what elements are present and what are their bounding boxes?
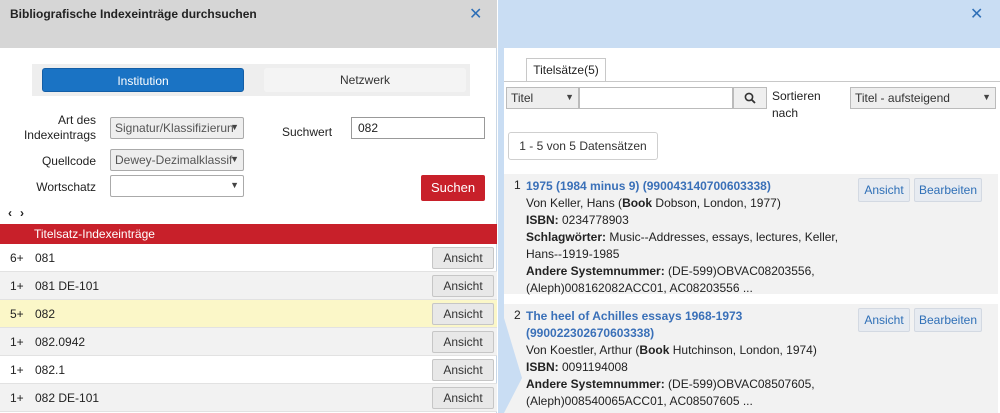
entry-term: 082 DE-101	[35, 391, 100, 405]
close-icon[interactable]: ✕	[469, 7, 482, 23]
record-other-number: Andere Systemnummer: (DE-599)OBVAC085076…	[526, 377, 815, 408]
chevron-down-icon: ▼	[230, 122, 239, 132]
record-body: 1975 (1984 minus 9) (990043140700603338)…	[526, 178, 846, 297]
entry-term: 082	[35, 307, 56, 321]
entry-count: 1+	[10, 363, 24, 377]
index-search-panel: Bibliografische Indexeinträge durchsuche…	[0, 0, 497, 413]
record-subjects: Schlagwörter: Music--Addresses, essays, …	[526, 230, 839, 261]
panel-header: Bibliografische Indexeinträge durchsuche…	[0, 0, 497, 48]
entry-term: 082.0942	[35, 335, 86, 349]
view-button[interactable]: Ansicht	[432, 359, 494, 381]
search-icon	[744, 92, 756, 104]
list-item: 1+ 082.0942 Ansicht	[0, 328, 497, 356]
record-isbn: ISBN: 0091194008	[526, 360, 628, 374]
chevron-left-icon[interactable]: ‹	[8, 206, 20, 220]
chevron-down-icon: ▼	[982, 92, 991, 102]
entry-term: 081	[35, 251, 56, 265]
vocabulary-label: Wortschatz	[36, 180, 96, 194]
tab-title-records[interactable]: Titelsätze(5)	[526, 58, 606, 82]
record-body: The heel of Achilles essays 1968-1973 (9…	[526, 308, 846, 410]
tab-divider	[504, 81, 1000, 82]
search-field-select[interactable]: Titel ▼	[506, 87, 579, 109]
entry-term: 082.1	[35, 363, 66, 377]
search-value-label: Suchwert	[282, 125, 333, 139]
entry-count: 1+	[10, 391, 24, 405]
scope-toggle: Institution Netzwerk	[32, 64, 470, 96]
view-button[interactable]: Ansicht	[432, 387, 494, 409]
entry-count: 1+	[10, 335, 24, 349]
view-button[interactable]: Ansicht	[432, 247, 494, 269]
search-value-input[interactable]: 082	[351, 117, 485, 139]
sort-value: Titel - aufsteigend	[855, 91, 950, 105]
entry-count: 6+	[10, 251, 24, 265]
entry-count: 5+	[10, 307, 24, 321]
chevron-right-icon[interactable]: ›	[20, 206, 32, 220]
source-code-label: Quellcode	[41, 154, 96, 168]
view-button[interactable]: Ansicht	[432, 275, 494, 297]
index-entry-list: 6+ 081 Ansicht 1+ 081 DE-101 Ansicht 5+ …	[0, 244, 497, 412]
index-type-label: Art des Indexeintrags	[23, 113, 96, 142]
record-item: 2 The heel of Achilles essays 1968-1973 …	[504, 304, 998, 413]
search-field-value: Titel	[511, 91, 534, 105]
record-isbn: ISBN: 0234778903	[526, 213, 629, 227]
toggle-institution[interactable]: Institution	[42, 68, 244, 92]
source-code-select[interactable]: Dewey-Dezimalklassif ▼	[110, 149, 244, 171]
view-button[interactable]: Ansicht	[432, 331, 494, 353]
sort-label-line2: nach	[772, 106, 799, 120]
record-edit-button[interactable]: Bearbeiten	[914, 178, 982, 202]
sort-label: Sortieren nach	[772, 88, 821, 122]
search-button[interactable]	[733, 87, 767, 109]
index-type-select[interactable]: Signatur/Klassifizierun ▼	[110, 117, 244, 139]
chevron-down-icon: ▼	[230, 154, 239, 164]
list-item-selected: 5+ 082 Ansicht	[0, 300, 497, 328]
title-records-panel: ✕ Titelsätze(5) Titel ▼ Sortieren nach T…	[498, 0, 1000, 413]
entry-count: 1+	[10, 279, 24, 293]
records-content: Titelsätze(5) Titel ▼ Sortieren nach Tit…	[504, 48, 1000, 413]
entry-term: 081 DE-101	[35, 279, 100, 293]
result-count: 1 - 5 von 5 Datensätzen	[508, 132, 658, 160]
record-title-link[interactable]: The heel of Achilles essays 1968-1973 (9…	[526, 308, 846, 342]
record-view-button[interactable]: Ansicht	[858, 308, 910, 332]
record-item: 1 1975 (1984 minus 9) (99004314070060333…	[504, 174, 998, 297]
index-type-value: Signatur/Klassifizierun	[115, 121, 234, 135]
selection-pointer	[504, 318, 522, 413]
list-item: 1+ 082.1 Ansicht	[0, 356, 497, 384]
record-author: Von Keller, Hans (Book Dobson, London, 1…	[526, 196, 781, 210]
toggle-network[interactable]: Netzwerk	[264, 68, 466, 92]
record-title-link[interactable]: 1975 (1984 minus 9) (990043140700603338)	[526, 178, 846, 195]
section-title: Titelsatz-Indexeinträge	[0, 224, 497, 244]
sort-label-line1: Sortieren	[772, 89, 821, 103]
source-code-value: Dewey-Dezimalklassif	[115, 153, 233, 167]
chevron-down-icon: ▼	[230, 180, 239, 190]
record-other-number: Andere Systemnummer: (DE-599)OBVAC082035…	[526, 264, 815, 295]
chevron-down-icon: ▼	[565, 92, 574, 102]
sort-select[interactable]: Titel - aufsteigend ▼	[850, 87, 996, 109]
close-icon[interactable]: ✕	[970, 7, 983, 23]
search-button[interactable]: Suchen	[421, 175, 485, 201]
record-number: 1	[514, 178, 521, 192]
pager: ‹›	[8, 206, 32, 220]
view-button[interactable]: Ansicht	[432, 303, 494, 325]
record-author: Von Koestler, Arthur (Book Hutchinson, L…	[526, 343, 817, 357]
list-item: 1+ 082 DE-101 Ansicht	[0, 384, 497, 412]
record-view-button[interactable]: Ansicht	[858, 178, 910, 202]
list-item: 6+ 081 Ansicht	[0, 244, 497, 272]
list-item: 1+ 081 DE-101 Ansicht	[0, 272, 497, 300]
record-edit-button[interactable]: Bearbeiten	[914, 308, 982, 332]
vocabulary-select[interactable]: ▼	[110, 175, 244, 197]
panel-title: Bibliografische Indexeinträge durchsuche…	[10, 7, 257, 21]
records-search-input[interactable]	[579, 87, 733, 109]
